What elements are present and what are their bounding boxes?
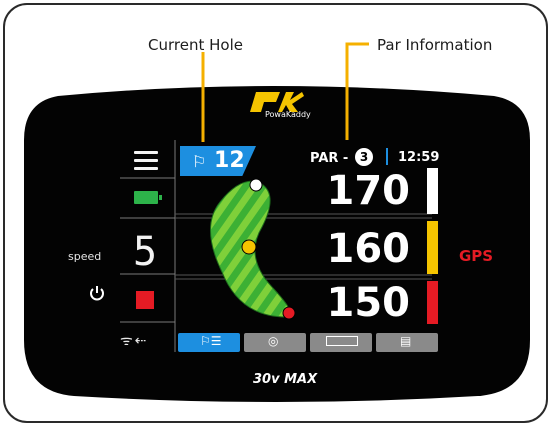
ruler-icon [326, 336, 358, 346]
wifi-icon: ᯤ [120, 333, 135, 349]
tab-shot-measure[interactable] [310, 333, 372, 352]
header-separator [386, 148, 388, 165]
distance-back: 170 [326, 168, 411, 214]
tab-distance[interactable]: ◎ [244, 333, 306, 352]
hole-list-icon: ⚐☰ [200, 334, 222, 348]
par-label: PAR - [310, 151, 349, 166]
distance-middle: 160 [326, 226, 411, 272]
battery-icon [134, 191, 162, 204]
back-color-bar [427, 168, 438, 214]
distance-icon: ◎ [268, 334, 279, 348]
middle-color-bar [427, 221, 438, 274]
middle-pin-marker [241, 239, 257, 255]
scorecard-icon: ▤ [400, 334, 412, 348]
menu-icon[interactable] [134, 151, 158, 175]
stop-button[interactable] [136, 291, 154, 309]
tab-scorecard[interactable]: ▤ [376, 333, 438, 352]
par-value: 3 [355, 148, 373, 166]
speed-value: 5 [133, 229, 158, 275]
model-logo: 30v MAX [253, 372, 318, 387]
flag-icon: ⚐ [192, 152, 207, 171]
front-color-bar [427, 281, 438, 324]
brand-name: PowaKaddy [265, 110, 311, 119]
connectivity-status: ᯤ⇠ [120, 331, 149, 350]
clock: 12:59 [398, 150, 440, 165]
gps-mode-label: GPS [459, 247, 494, 265]
speed-label: speed [68, 250, 102, 263]
tab-hole-info[interactable]: ⚐☰ [178, 333, 240, 352]
usb-icon: ⇠ [134, 333, 149, 349]
distance-front: 150 [326, 280, 411, 326]
back-pin-marker [249, 178, 263, 192]
hole-number-value: 12 [214, 148, 245, 173]
power-icon[interactable] [88, 284, 106, 302]
